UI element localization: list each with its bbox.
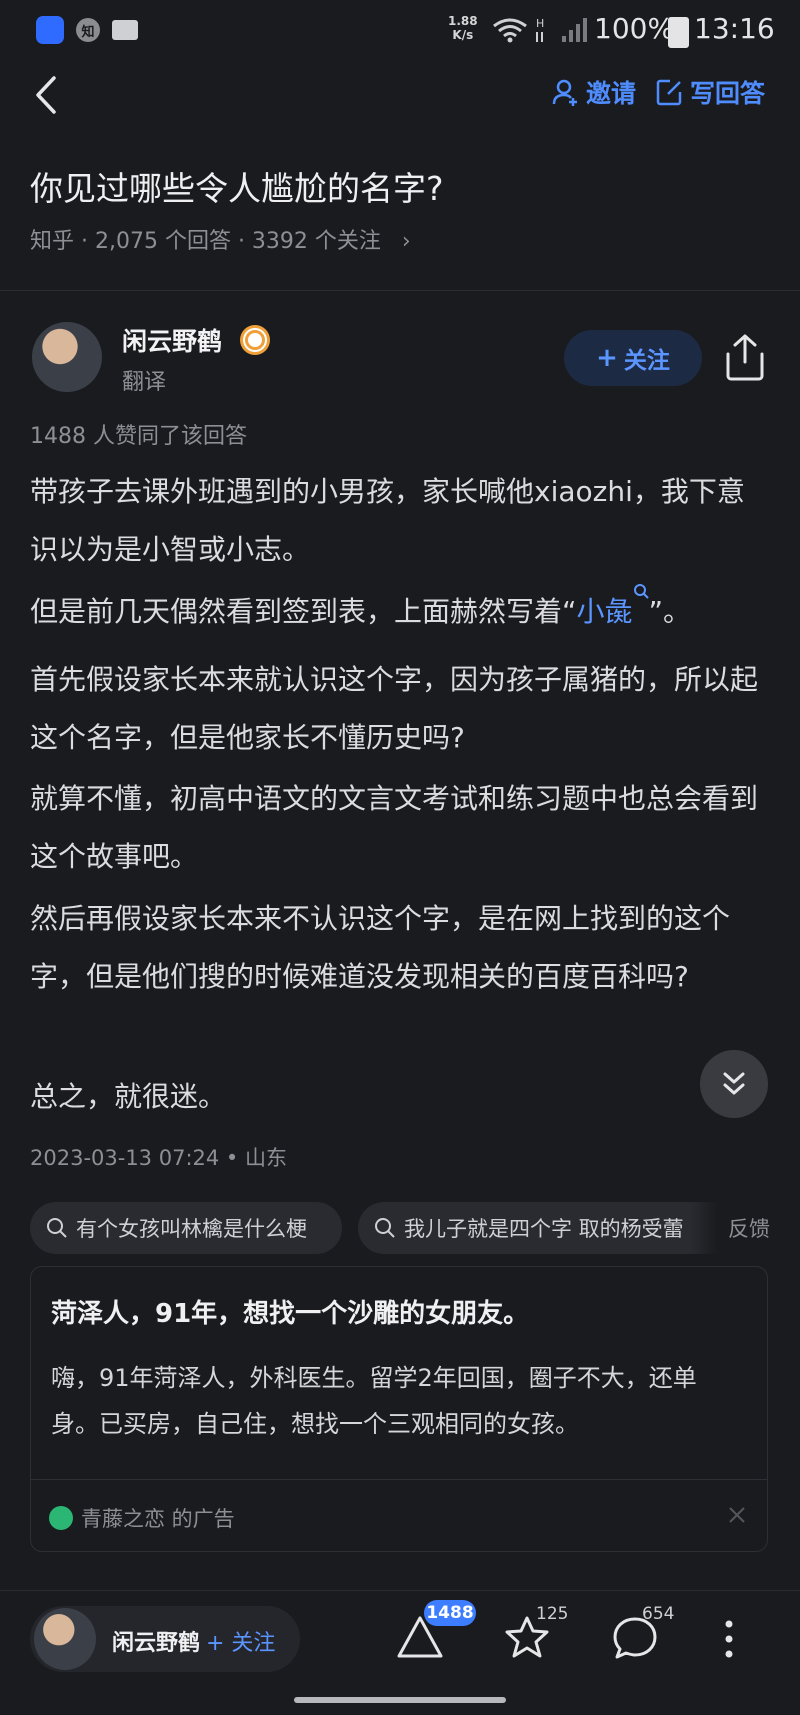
avatar[interactable] <box>34 1608 96 1670</box>
vote-count: 1488 <box>424 1600 476 1626</box>
chevrons-down-icon <box>723 1072 745 1095</box>
ad-text: 嗨，91年菏泽人，外科医生。留学2年回国，圈子不大，还单身。已买房，自己住，想找… <box>51 1364 697 1438</box>
folder-icon <box>112 20 138 40</box>
wifi-icon <box>493 18 527 43</box>
search-icon <box>633 584 649 599</box>
search-link[interactable]: 小彘 <box>577 584 649 628</box>
question-title[interactable]: 你见过哪些令人尴尬的名字? <box>30 162 444 210</box>
follow-button[interactable]: + 关注 <box>564 330 702 386</box>
divider <box>0 290 800 291</box>
author-subtitle: 翻译 <box>122 370 167 395</box>
answer-paragraph: 首先假设家长本来就认识这个字，因为孩子属猪的，所以起这个名字，但是他家长不懂历史… <box>30 663 759 754</box>
likes-count: 1488 人赞同了该回答 <box>30 424 247 449</box>
battery-icon <box>668 17 689 48</box>
answer-paragraph: 带孩子去课外班遇到的小男孩，家长喊他xiaozhi，我下意识以为是小智或小志。 <box>30 475 745 566</box>
write-answer-button[interactable]: 写回答 <box>656 74 765 110</box>
status-bar: 知 1.88 K/s H 100% 13:16 <box>0 0 800 62</box>
favorite-count: 125 <box>536 1604 569 1624</box>
answer-paragraph: 总之，就很迷。 <box>30 1080 227 1113</box>
answer-date: 2023-03-13 07:24 • 山东 <box>30 1146 287 1170</box>
bottom-author-name[interactable]: 闲云野鹤 <box>112 1625 200 1657</box>
home-indicator[interactable] <box>294 1697 506 1703</box>
badge-icon <box>240 325 270 355</box>
answer-paragraph: 但是前几天偶然看到签到表，上面赫然写着“小彘”。 <box>30 583 770 641</box>
search-icon <box>47 1218 67 1238</box>
ad-brand: 青藤之恋 的广告 <box>49 1503 235 1533</box>
bottom-follow-button[interactable]: + 关注 <box>206 1625 275 1657</box>
comment-count: 654 <box>642 1604 675 1624</box>
question-meta[interactable]: 知乎 · 2,075 个回答 · 3392 个关注 › <box>30 223 411 255</box>
ad-title: 菏泽人，91年，想找一个沙雕的女朋友。 <box>51 1299 530 1329</box>
data-arrows-icon: H <box>536 17 544 42</box>
divider <box>31 1479 767 1480</box>
divider <box>0 1590 800 1591</box>
feedback-button[interactable]: 反馈 <box>690 1190 800 1266</box>
svg-text:H: H <box>536 17 544 30</box>
leaf-icon <box>49 1506 73 1530</box>
related-search-chip[interactable]: 有个女孩叫林檎是什么梗 <box>30 1202 342 1254</box>
answer-paragraph: 然后再假设家长本来不认识这个字，是在网上找到的这个字，但是他们搜的时候难道没发现… <box>30 902 731 993</box>
share-icon[interactable] <box>722 332 768 382</box>
zhihu-icon: 知 <box>76 18 100 42</box>
back-icon[interactable] <box>30 70 70 120</box>
network-speed: 1.88 K/s <box>448 14 478 42</box>
edit-icon <box>656 79 682 106</box>
ad-card[interactable]: 菏泽人，91年，想找一个沙雕的女朋友。 嗨，91年菏泽人，外科医生。留学2年回国… <box>30 1266 768 1552</box>
avatar[interactable] <box>32 322 102 392</box>
author-name[interactable]: 闲云野鹤 <box>122 322 222 358</box>
baidu-icon <box>36 16 64 44</box>
invite-icon <box>552 79 577 106</box>
signal-icon <box>562 18 587 42</box>
invite-button[interactable]: 邀请 <box>552 74 636 110</box>
search-icon <box>375 1218 395 1238</box>
clock: 13:16 <box>694 12 775 45</box>
battery-percent: 100% <box>594 12 675 45</box>
more-icon[interactable] <box>716 1618 742 1662</box>
answer-paragraph: 就算不懂，初高中语文的文言文考试和练习题中也总会看到这个故事吧。 <box>30 782 759 873</box>
scroll-down-button[interactable] <box>700 1050 768 1118</box>
close-icon[interactable] <box>725 1503 749 1527</box>
